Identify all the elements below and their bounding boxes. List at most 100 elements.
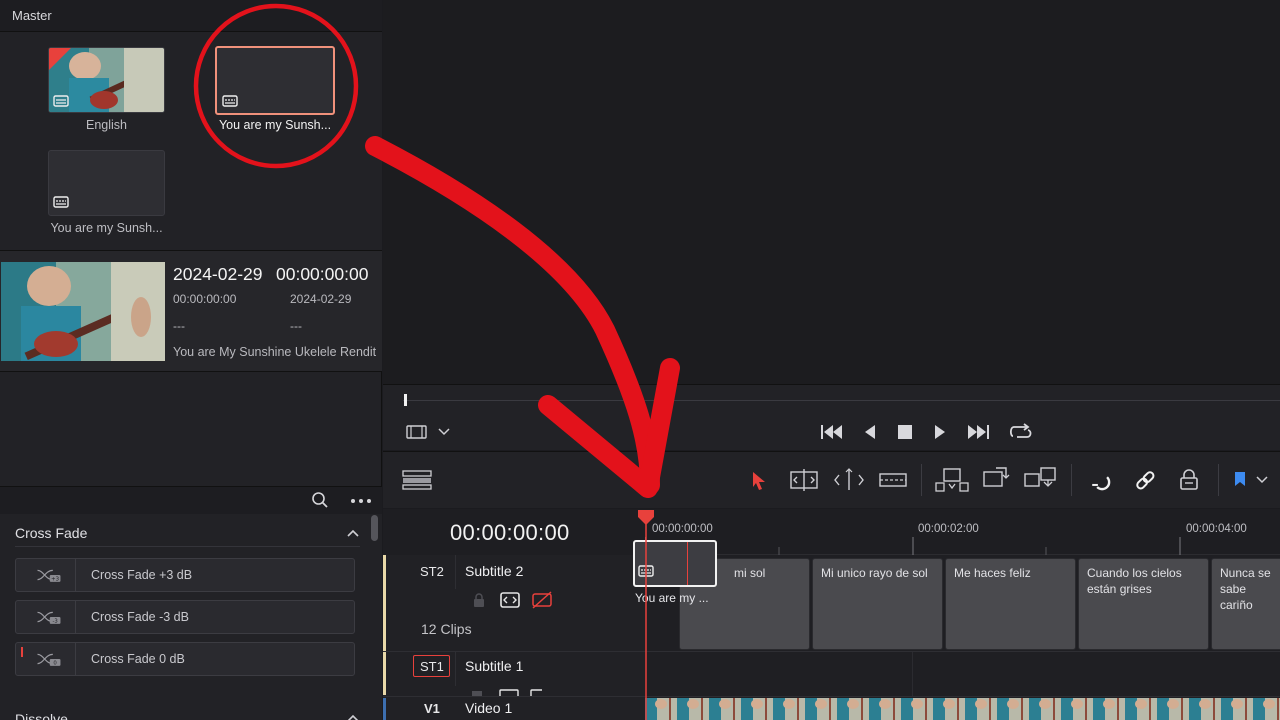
clip-caption: You are my Sunsh... xyxy=(50,221,163,235)
chevron-down-icon[interactable] xyxy=(1256,476,1268,484)
subtitle-clip-text: Me haces feliz xyxy=(954,566,1031,580)
track-headers: ST2 Subtitle 2 12 Clips ST1 Subtitle 1 V… xyxy=(383,555,645,720)
divider xyxy=(645,696,1280,697)
insert-clip-icon[interactable] xyxy=(935,467,969,493)
clip-thumbnail-subtitle-selected[interactable] xyxy=(215,46,335,115)
divider xyxy=(921,464,922,496)
timeline-playhead[interactable] xyxy=(636,509,656,720)
effects-library: Cross Fade +3 Cross Fade +3 dB -3 Cross … xyxy=(0,514,382,720)
overwrite-clip-icon[interactable] xyxy=(982,466,1010,492)
snapping-magnet-icon[interactable] xyxy=(1088,468,1112,492)
dynamic-trim-icon[interactable] xyxy=(833,468,865,492)
subtitle-clip[interactable]: Nunca se sabe cariño xyxy=(1211,558,1280,650)
timeline-toolbar xyxy=(383,451,1280,508)
start-timecode: 00:00:00:00 xyxy=(173,292,237,306)
divider xyxy=(645,651,1280,652)
track-disabled-icon[interactable] xyxy=(531,591,553,609)
timeline-view-options-icon[interactable] xyxy=(402,470,432,490)
lock-icon[interactable] xyxy=(472,592,486,608)
viewer xyxy=(383,0,1280,384)
subtitle-clip-text: Mi unico rayo de sol xyxy=(821,566,928,580)
scrub-playhead[interactable] xyxy=(404,394,407,406)
effect-item-cross-fade-0[interactable]: 0 Cross Fade 0 dB xyxy=(15,642,355,676)
divider xyxy=(15,546,360,547)
track-id-v1[interactable]: V1 xyxy=(424,701,440,716)
replace-clip-icon[interactable] xyxy=(1023,466,1059,492)
clip-timecode: 00:00:00:00 xyxy=(276,264,369,284)
flag-icon[interactable] xyxy=(1233,471,1247,489)
svg-text:-3: -3 xyxy=(52,619,57,625)
search-icon[interactable] xyxy=(311,491,329,509)
clip-viewer-mode-icon[interactable] xyxy=(406,424,428,440)
skip-to-end-icon[interactable] xyxy=(965,423,991,441)
grid-line xyxy=(912,652,913,696)
selection-tool-icon[interactable] xyxy=(751,471,767,491)
track-name-st1[interactable]: Subtitle 1 xyxy=(465,658,523,674)
chevron-left-icon[interactable] xyxy=(566,426,574,438)
subtitle-clip-text: Nunca se sabe cariño xyxy=(1220,566,1271,612)
blade-edit-icon[interactable] xyxy=(879,470,907,490)
bin-grid: English You are my Sunsh... You are my S… xyxy=(0,32,382,250)
timeline-timecode[interactable]: 00:00:00:00 xyxy=(450,520,570,546)
end-date: 2024-02-29 xyxy=(290,292,352,306)
divider xyxy=(1071,464,1072,496)
svg-text:+3: +3 xyxy=(51,577,59,583)
chevron-up-icon[interactable] xyxy=(347,714,359,720)
chevron-down-icon[interactable] xyxy=(438,428,450,436)
scrub-bar[interactable] xyxy=(403,400,1280,401)
effect-item-cross-fade-minus3[interactable]: -3 Cross Fade -3 dB xyxy=(15,600,355,634)
reverse-play-icon[interactable] xyxy=(863,423,877,441)
effects-toolbar xyxy=(0,486,382,514)
effects-group-title: Cross Fade xyxy=(15,525,88,541)
subtitle-clip-text: mi sol xyxy=(734,566,766,580)
ruler-ticks xyxy=(645,537,1181,555)
clip-thumbnail-subtitle[interactable] xyxy=(48,150,165,216)
subtitle-clip[interactable]: Mi unico rayo de sol xyxy=(812,558,943,650)
effect-item-cross-fade-plus3[interactable]: +3 Cross Fade +3 dB xyxy=(15,558,355,592)
scrollbar-thumb[interactable] xyxy=(370,514,380,544)
more-options-icon[interactable] xyxy=(350,498,372,504)
svg-text:0: 0 xyxy=(53,661,57,667)
bin-title: Master xyxy=(12,8,52,23)
track-id-st1: ST1 xyxy=(420,659,444,674)
position-lock-icon[interactable] xyxy=(1178,468,1200,492)
subtitle-icon xyxy=(53,196,69,208)
video-clip-filmstrip[interactable] xyxy=(645,698,1280,720)
effects-group-title: Dissolve xyxy=(15,711,68,720)
divider xyxy=(383,651,645,652)
subtitle-icon xyxy=(53,95,69,107)
clip-thumbnail-english[interactable] xyxy=(48,47,165,113)
chevron-up-icon[interactable] xyxy=(347,529,359,537)
clips-count: 12 Clips xyxy=(421,621,472,637)
info-field: --- xyxy=(173,319,185,333)
info-field: --- xyxy=(290,319,302,333)
divider xyxy=(455,555,456,589)
timeline-tracks: mi sol Mi unico rayo de sol Me haces fel… xyxy=(645,555,1280,720)
viewer-transport xyxy=(383,384,1280,450)
trim-edit-icon[interactable] xyxy=(787,469,821,491)
track-name-v1[interactable]: Video 1 xyxy=(465,700,512,716)
clip-info-row[interactable]: 2024-02-29 00:00:00:00 00:00:00:00 2024-… xyxy=(0,250,382,372)
subtitle-icon xyxy=(222,95,238,107)
skip-to-start-icon[interactable] xyxy=(819,423,845,441)
track-color-bar xyxy=(383,555,386,695)
divider xyxy=(383,696,645,697)
timeline-ruler[interactable]: 00:00:00:00 00:00:02:00 00:00:04:00 xyxy=(645,509,1280,555)
bin-header[interactable]: Master xyxy=(0,0,382,32)
divider xyxy=(455,652,456,686)
loop-icon[interactable] xyxy=(1008,422,1034,442)
stop-icon[interactable] xyxy=(897,424,913,440)
clip-caption: You are my Sunsh... xyxy=(218,118,332,132)
track-name-st2[interactable]: Subtitle 2 xyxy=(465,563,523,579)
play-icon[interactable] xyxy=(933,423,947,441)
effect-label: Cross Fade 0 dB xyxy=(91,652,185,666)
subtitle-clip[interactable]: Cuando los cielos están grises xyxy=(1078,558,1209,650)
clip-name: You are My Sunshine Ukelele Rendit xyxy=(173,345,377,359)
track-id-st2[interactable]: ST2 xyxy=(420,564,444,579)
linked-selection-icon[interactable] xyxy=(1133,468,1157,492)
subtitle-clip-text: Cuando los cielos están grises xyxy=(1087,566,1182,596)
effect-label: Cross Fade -3 dB xyxy=(91,610,189,624)
subtitle-toggle-icon[interactable] xyxy=(500,592,520,608)
checkmark-icon xyxy=(49,48,71,70)
subtitle-clip[interactable]: Me haces feliz xyxy=(945,558,1076,650)
